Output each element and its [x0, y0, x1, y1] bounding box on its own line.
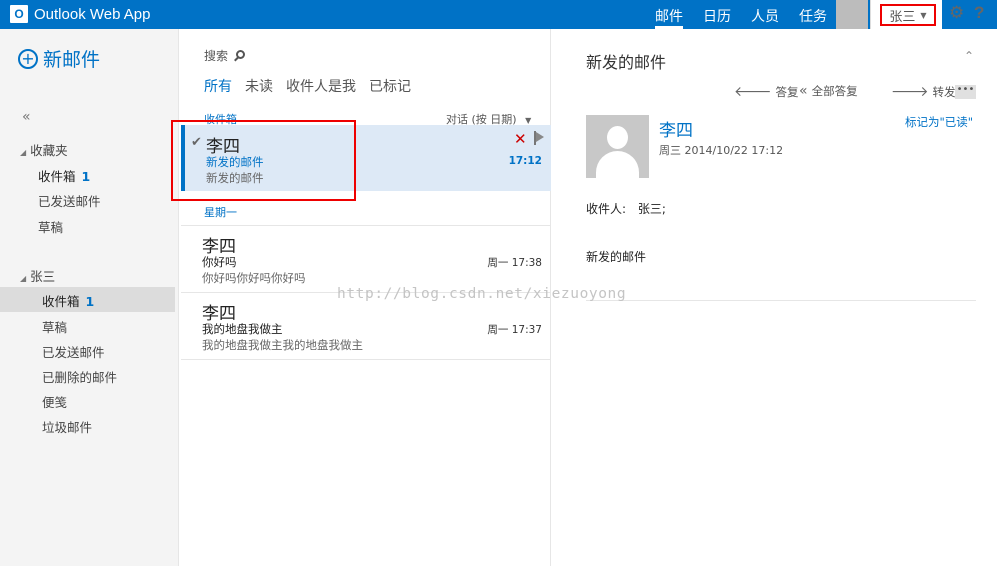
help-icon[interactable]: ?	[974, 3, 984, 23]
unread-count: 1	[85, 294, 95, 309]
reply-button[interactable]: 🡐 答复	[734, 83, 799, 100]
nav-calendar[interactable]: 日历	[703, 0, 731, 29]
folder-item-drafts[interactable]: 草稿	[42, 317, 67, 336]
nav-mail[interactable]: 邮件	[655, 0, 683, 29]
search-label: 搜索	[204, 49, 229, 63]
favorites-group[interactable]: ◢ 收藏夹	[20, 140, 68, 159]
message-time: 周一 17:38	[487, 257, 542, 269]
inbox-label: 收件箱	[42, 294, 80, 309]
message-body: 新发的邮件	[586, 250, 647, 264]
reply-label: 答复	[775, 84, 799, 99]
watermark-text: http://blog.csdn.net/xiezuoyong	[337, 286, 627, 302]
collapse-pane-icon[interactable]: «	[22, 109, 31, 125]
avatar	[586, 115, 649, 178]
user-name: 张三	[889, 9, 916, 25]
message-preview: 我的地盘我做主我的地盘我做主	[202, 338, 363, 352]
filter-unread[interactable]: 未读	[245, 76, 273, 96]
plus-icon: +	[18, 48, 38, 69]
fav-item-inbox[interactable]: 收件箱 1	[38, 166, 90, 185]
fav-inbox-label: 收件箱	[38, 169, 76, 184]
flag-icon[interactable]	[534, 131, 544, 145]
folder-item-inbox[interactable]: 收件箱 1	[42, 291, 94, 310]
new-mail-button[interactable]: + 新邮件	[18, 45, 100, 72]
user-menu-button[interactable]: 张三 ▼	[880, 4, 936, 26]
search-icon	[234, 49, 246, 62]
recipients-label: 收件人:	[586, 202, 627, 216]
recipients-value[interactable]: 张三;	[638, 202, 666, 216]
user-photo-placeholder	[836, 0, 868, 29]
message-preview: 你好吗你好吗你好吗	[202, 271, 306, 285]
folder-item-deleted[interactable]: 已删除的邮件	[42, 367, 117, 386]
reading-sender[interactable]: 李四	[659, 116, 693, 141]
unread-count: 1	[81, 169, 91, 184]
fav-item-drafts[interactable]: 草稿	[38, 217, 63, 236]
folder-item-sent[interactable]: 已发送邮件	[42, 342, 105, 361]
account-label: 张三	[30, 269, 56, 284]
gear-icon[interactable]: ⚙	[949, 3, 964, 23]
message-subject: 我的地盘我做主	[202, 322, 283, 336]
mark-as-read-link[interactable]: 标记为"已读"	[905, 114, 973, 130]
reply-icon: 🡐	[734, 84, 772, 100]
chevron-down-icon: ▼	[525, 116, 532, 125]
message-item[interactable]: 李四 我的地盘我做主 我的地盘我做主我的地盘我做主 周一 17:37	[181, 298, 551, 354]
filter-to-me[interactable]: 收件人是我	[286, 76, 356, 96]
delete-icon[interactable]: ✕	[514, 130, 527, 148]
recipients-line: 收件人: 张三;	[586, 200, 666, 217]
expand-triangle-icon: ◢	[20, 274, 27, 283]
filter-flagged[interactable]: 已标记	[369, 76, 411, 96]
forward-label: 转发	[932, 84, 956, 99]
folder-item-notes[interactable]: 便笺	[42, 392, 67, 411]
message-time: 周一 17:37	[487, 324, 542, 336]
day-group-header: 星期一	[204, 206, 237, 219]
forward-icon: 🡒	[891, 84, 929, 100]
more-actions-button[interactable]: •••	[955, 85, 976, 99]
filter-bar: 所有 未读 收件人是我 已标记	[204, 76, 424, 96]
outlook-logo-icon: O	[10, 5, 28, 23]
collapse-up-icon[interactable]: ⌃	[964, 49, 974, 63]
top-bar: O Outlook Web App 邮件 日历 人员 任务 张三 ▼ ⚙ ?	[0, 0, 997, 29]
folder-item-junk[interactable]: 垃圾邮件	[42, 417, 92, 436]
nav-tasks[interactable]: 任务	[799, 0, 827, 29]
message-time: 17:12	[508, 155, 542, 167]
new-mail-label: 新邮件	[43, 49, 101, 71]
reading-date: 周三 2014/10/22 17:12	[659, 144, 784, 157]
reply-all-label: 全部答复	[811, 84, 858, 98]
divider	[181, 225, 551, 226]
reply-all-button[interactable]: «全部答复	[799, 83, 858, 99]
folder-pane: + 新邮件 « ◢ 收藏夹 收件箱 1 已发送邮件 草稿 ◢ 张三 收件箱 1 草稿 已…	[0, 29, 178, 566]
reading-subject: 新发的邮件	[586, 53, 667, 72]
divider	[586, 300, 976, 301]
app-title: Outlook Web App	[34, 5, 151, 23]
search-box[interactable]: 搜索	[204, 47, 246, 64]
divider	[181, 359, 551, 360]
reply-all-icon: «	[799, 83, 808, 99]
message-item[interactable]: 李四 你好吗 你好吗你好吗你好吗 周一 17:38	[181, 231, 551, 287]
filter-all[interactable]: 所有	[204, 76, 232, 96]
expand-triangle-icon: ◢	[20, 148, 27, 157]
account-group[interactable]: ◢ 张三	[20, 266, 55, 285]
annotation-highlight-box	[171, 120, 356, 201]
favorites-label: 收藏夹	[30, 143, 68, 158]
forward-button[interactable]: 🡒 转发	[891, 83, 956, 100]
app-logo[interactable]: O Outlook Web App	[10, 5, 150, 23]
message-subject: 你好吗	[202, 255, 237, 269]
nav-people[interactable]: 人员	[751, 0, 779, 29]
fav-item-sent[interactable]: 已发送邮件	[38, 191, 101, 210]
chevron-down-icon: ▼	[920, 10, 927, 20]
top-nav: 邮件 日历 人员 任务	[655, 0, 847, 29]
